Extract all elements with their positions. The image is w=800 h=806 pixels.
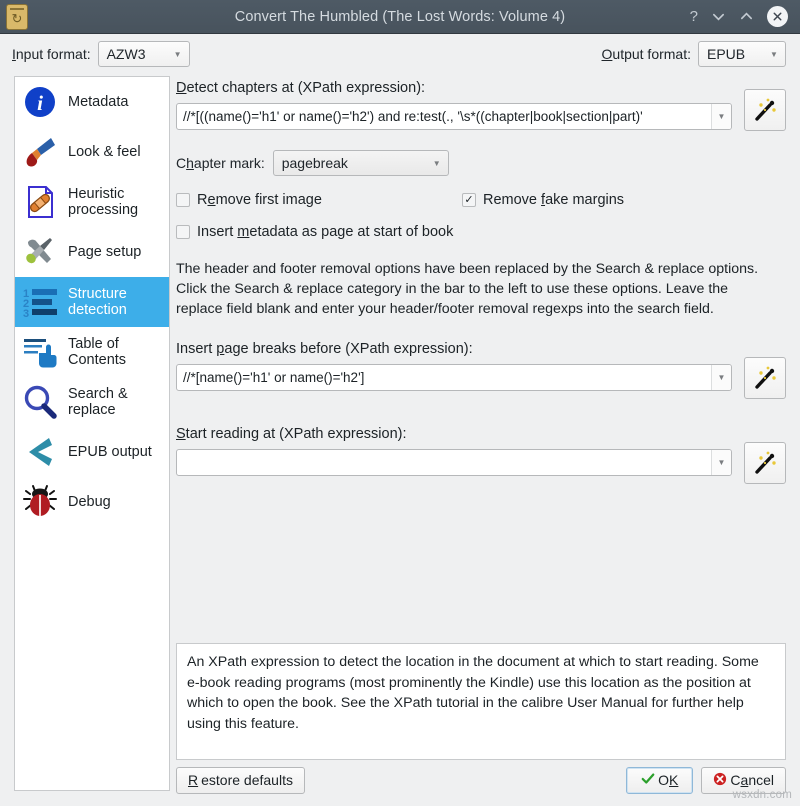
- wrench-screwdriver-icon: [21, 233, 59, 271]
- page-breaks-row: //*[name()='h1' or name()='h2'] ▼: [176, 357, 786, 400]
- start-reading-label: Start reading at (XPath expression):: [176, 426, 407, 443]
- sidebar-item-search-and-replace[interactable]: Search & replace: [15, 377, 169, 427]
- sidebar-item-label: EPUB output: [68, 443, 152, 460]
- magic-wand-icon[interactable]: [744, 89, 786, 131]
- help-button[interactable]: ?: [690, 9, 698, 24]
- chapter-mark-value: pagebreak: [281, 155, 348, 171]
- chapter-mark-label: Chapter mark:: [176, 155, 265, 171]
- sidebar-item-label: Page setup: [68, 243, 142, 260]
- help-text-box: An XPath expression to detect the locati…: [176, 643, 786, 760]
- remove-fake-margins-label: Remove fake margins: [483, 192, 625, 208]
- title-bar: ↻ Convert The Humbled (The Lost Words: V…: [0, 0, 800, 34]
- checkbox-row-1: Remove first image ✓ Remove fake margins: [176, 192, 786, 208]
- sidebar-item-label: Heuristic processing: [68, 185, 139, 218]
- convert-book-icon: ↻: [6, 3, 28, 30]
- page-breaks-combo[interactable]: //*[name()='h1' or name()='h2'] ▼: [176, 364, 732, 392]
- page-breaks-value[interactable]: //*[name()='h1' or name()='h2']: [177, 370, 711, 385]
- info-circle-icon: i: [21, 83, 59, 121]
- sidebar: i Metadata Look & feel Heuristic process…: [14, 76, 170, 791]
- sidebar-item-label: Structure detection: [68, 285, 127, 318]
- input-format-value: AZW3: [106, 46, 146, 62]
- sidebar-item-heuristic-processing[interactable]: Heuristic processing: [15, 177, 169, 227]
- sidebar-item-metadata[interactable]: i Metadata: [15, 77, 169, 127]
- checkbox-row-2: Insert metadata as page at start of book: [176, 224, 786, 240]
- sidebar-item-epub-output[interactable]: EPUB output: [15, 427, 169, 477]
- start-reading-combo[interactable]: ▼: [176, 449, 732, 477]
- sidebar-item-label: Table of Contents: [68, 335, 127, 368]
- sidebar-item-label: Debug: [68, 493, 111, 510]
- magic-wand-icon[interactable]: [744, 357, 786, 400]
- detect-chapters-row: //*[((name()='h1' or name()='h2') and re…: [176, 89, 786, 131]
- sidebar-item-table-of-contents[interactable]: Table of Contents: [15, 327, 169, 377]
- input-format-combo[interactable]: AZW3 ▼: [97, 41, 190, 67]
- chevron-down-icon[interactable]: ▼: [711, 365, 731, 391]
- chevron-up-icon[interactable]: [739, 9, 754, 24]
- chevron-down-icon[interactable]: ▼: [711, 104, 731, 129]
- dialog-button-row: Restore defaults OK Cancel: [176, 765, 786, 795]
- svg-text:i: i: [37, 91, 43, 115]
- numbered-list-icon: 1 2 3: [21, 283, 59, 321]
- window-controls: ?: [690, 6, 788, 27]
- check-icon: ✓: [464, 193, 474, 206]
- sidebar-item-label: Look & feel: [68, 143, 141, 160]
- close-circle-icon[interactable]: [767, 6, 788, 27]
- detect-chapters-combo[interactable]: //*[((name()='h1' or name()='h2') and re…: [176, 103, 732, 130]
- ok-button[interactable]: OK: [626, 766, 694, 794]
- paintbrush-icon: [21, 133, 59, 171]
- output-format-value: EPUB: [707, 46, 746, 62]
- restore-defaults-button[interactable]: Restore defaults: [176, 766, 305, 794]
- detect-chapters-value[interactable]: //*[((name()='h1' or name()='h2') and re…: [177, 109, 711, 124]
- magnifier-icon: [21, 383, 59, 421]
- chevron-left-icon: [21, 433, 59, 471]
- error-circle-icon: [713, 772, 727, 789]
- page-breaks-label: Insert page breaks before (XPath express…: [176, 341, 473, 358]
- chevron-down-icon: ▼: [432, 158, 441, 168]
- insert-metadata-checkbox[interactable]: Insert metadata as page at start of book: [176, 224, 453, 240]
- sidebar-item-look-and-feel[interactable]: Look & feel: [15, 127, 169, 177]
- remove-first-image-label: Remove first image: [197, 192, 322, 208]
- window-title: Convert The Humbled (The Lost Words: Vol…: [234, 8, 566, 25]
- chevron-down-icon: ▼: [173, 49, 182, 59]
- checkbox-box: ✓: [462, 193, 476, 207]
- start-reading-row: ▼: [176, 442, 786, 485]
- sidebar-item-page-setup[interactable]: Page setup: [15, 227, 169, 277]
- check-icon: [641, 772, 655, 789]
- ok-label: OK: [658, 772, 679, 788]
- detect-chapters-label: Detect chapters at (XPath expression):: [176, 80, 426, 96]
- sidebar-item-debug[interactable]: Debug: [15, 477, 169, 527]
- watermark: wsxdn.com: [732, 789, 792, 801]
- checkbox-box: [176, 225, 190, 239]
- output-format-combo[interactable]: EPUB ▼: [698, 41, 786, 67]
- input-format-label: Input format:: [12, 46, 91, 62]
- main-panel: Detect chapters at (XPath expression): /…: [176, 80, 786, 630]
- bug-icon: [21, 483, 59, 521]
- magic-wand-icon[interactable]: [744, 442, 786, 485]
- checkbox-box: [176, 193, 190, 207]
- chevron-down-icon[interactable]: ▼: [711, 450, 731, 476]
- svg-text:3: 3: [23, 308, 29, 320]
- chevron-down-icon: ▼: [770, 49, 778, 59]
- header-footer-description: The header and footer removal options ha…: [176, 261, 759, 318]
- insert-metadata-label: Insert metadata as page at start of book: [197, 224, 454, 240]
- output-format-group: Output format: EPUB ▼: [602, 41, 786, 67]
- remove-first-image-checkbox[interactable]: Remove first image: [176, 192, 462, 208]
- remove-fake-margins-checkbox[interactable]: ✓ Remove fake margins: [462, 192, 624, 208]
- chapter-mark-row: Chapter mark: pagebreak ▼: [176, 150, 786, 176]
- chapter-mark-combo[interactable]: pagebreak ▼: [272, 150, 449, 176]
- format-row: Input format: AZW3 ▼ Output format: EPUB…: [0, 34, 800, 74]
- sidebar-item-structure-detection[interactable]: 1 2 3 Structure detection: [15, 277, 169, 327]
- document-bandage-icon: [21, 183, 59, 221]
- sidebar-item-label: Search & replace: [68, 385, 128, 418]
- chevron-down-icon[interactable]: [711, 9, 726, 24]
- toc-hand-icon: [21, 333, 59, 371]
- cancel-label: Cancel: [730, 772, 774, 788]
- sidebar-item-label: Metadata: [68, 93, 129, 110]
- output-format-label: Output format:: [601, 46, 691, 62]
- input-format-group: Input format: AZW3 ▼: [12, 41, 190, 67]
